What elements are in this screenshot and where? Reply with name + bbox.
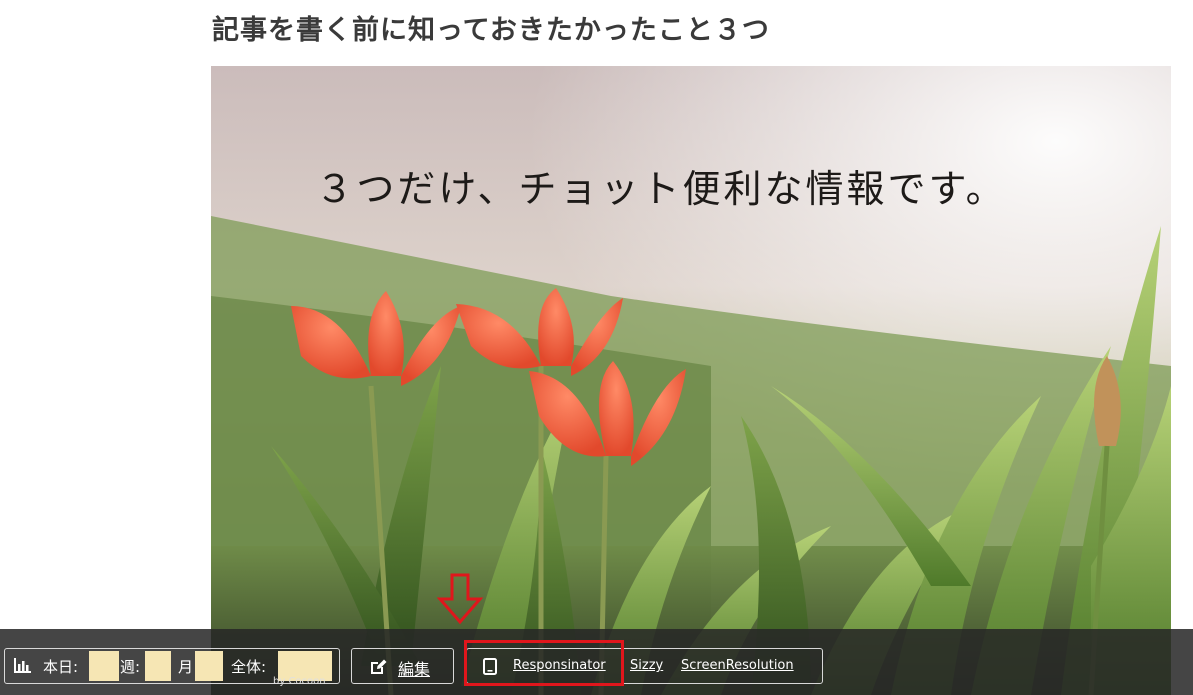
sizzy-link[interactable]: Sizzy bbox=[630, 658, 663, 673]
eyecatch-caption: ３つだけ、チョット便利な情報です。 bbox=[315, 167, 1007, 211]
pv-month-label: 月 bbox=[178, 658, 194, 676]
tablet-icon bbox=[483, 658, 497, 675]
page: 記事を書く前に知っておきたかったこと３つ ３つだけ、チョット便利な情報です。 本… bbox=[0, 0, 1193, 695]
edit-button[interactable]: 編集 bbox=[351, 648, 454, 684]
eyecatch-image: ３つだけ、チョット便利な情報です。 bbox=[211, 66, 1171, 695]
pv-today-value-redacted bbox=[89, 651, 119, 681]
bar-chart-icon bbox=[14, 658, 31, 673]
responsinator-link[interactable]: Responsinator bbox=[513, 658, 606, 673]
admin-bar: 本日: 週: 月 全体: by Cocoon 編集 Responsinator … bbox=[0, 629, 1193, 695]
pv-today-label: 本日: bbox=[43, 658, 79, 676]
screenresolution-link[interactable]: ScreenResolution bbox=[681, 658, 794, 673]
pv-week-label: 週: bbox=[120, 658, 141, 676]
article-title: 記事を書く前に知っておきたかったこと３つ bbox=[212, 15, 770, 46]
responsive-tools: Responsinator Sizzy ScreenResolution bbox=[466, 648, 823, 684]
pv-total-label: 全体: bbox=[231, 658, 267, 676]
pencil-square-icon bbox=[371, 659, 387, 674]
edit-label: 編集 bbox=[398, 660, 431, 679]
pv-week-value-redacted bbox=[145, 651, 171, 681]
down-arrow-outline-icon bbox=[436, 573, 484, 625]
pv-month-value-redacted bbox=[195, 651, 223, 681]
by-cocoon-credit: by Cocoon bbox=[273, 676, 326, 687]
